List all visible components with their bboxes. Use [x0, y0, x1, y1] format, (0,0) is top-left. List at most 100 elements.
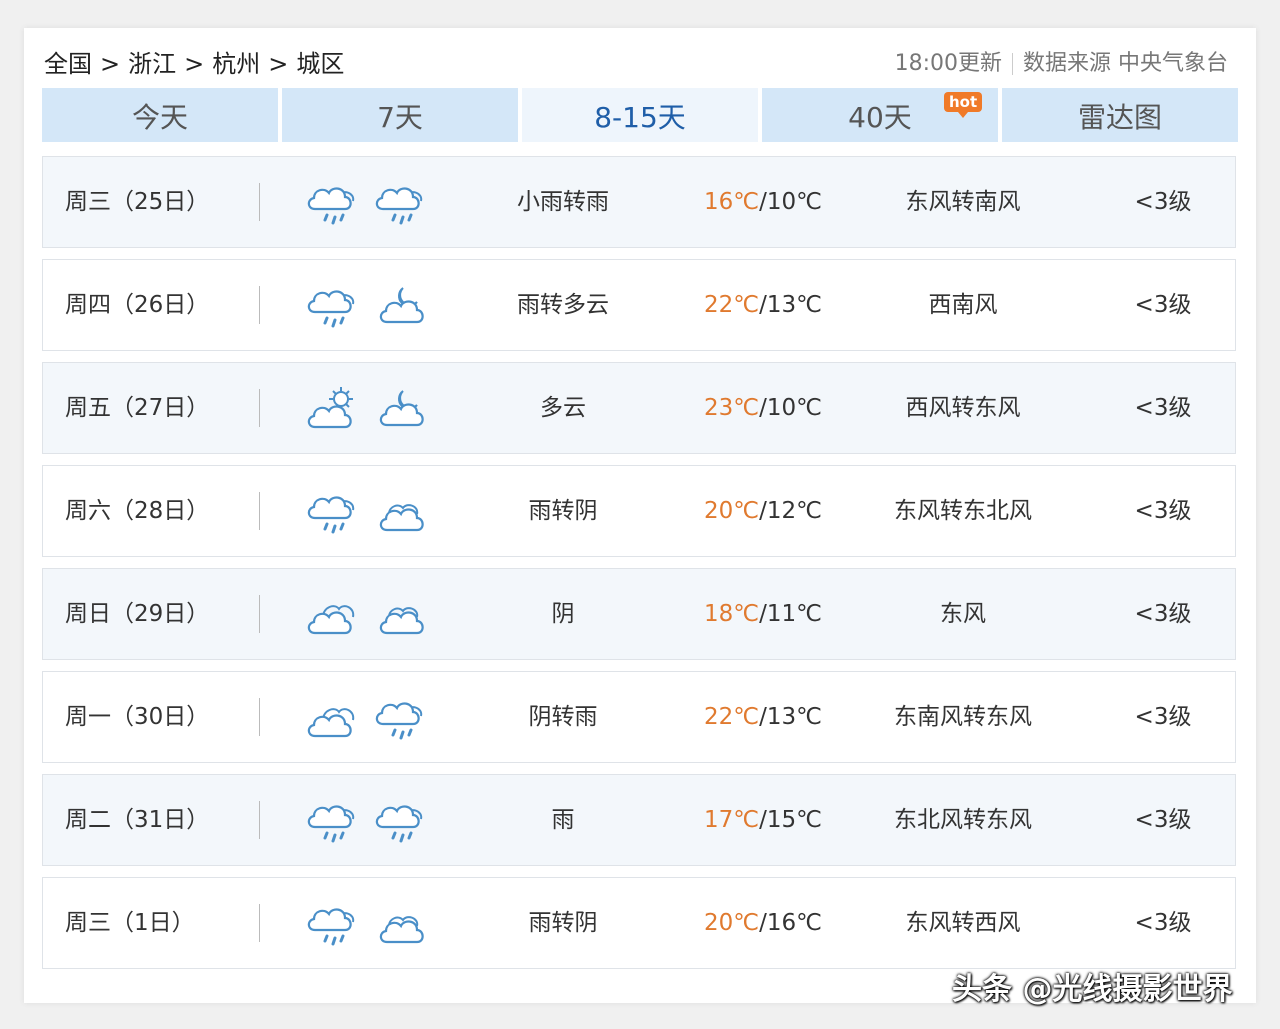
- low-temp: 13℃: [766, 292, 822, 318]
- temp-separator: /: [759, 910, 767, 936]
- high-temp: 16℃: [704, 189, 760, 215]
- temperature-range: 17℃/15℃: [703, 775, 823, 865]
- weather-description: 阴: [551, 601, 575, 627]
- forecast-date: 周四（26日）: [65, 292, 210, 318]
- breadcrumb-separator: >: [100, 50, 121, 78]
- high-temp: 22℃: [704, 704, 760, 730]
- temperature-range: 20℃/16℃: [703, 878, 823, 968]
- temp-separator: /: [759, 704, 767, 730]
- tab-7-days[interactable]: 7天: [282, 88, 518, 142]
- tab-label: 7天: [377, 101, 423, 134]
- tab-label: 今天: [131, 101, 188, 134]
- weather-icons: [305, 385, 427, 437]
- wind-direction: 东南风转东风: [894, 704, 1032, 730]
- low-temp: 15℃: [766, 807, 822, 833]
- rain-cloud-icon: [305, 488, 359, 540]
- forecast-date: 周二（31日）: [65, 807, 210, 833]
- breadcrumb-item-country[interactable]: 全国: [44, 48, 92, 80]
- forecast-date: 周六（28日）: [65, 498, 210, 524]
- breadcrumb-item-province[interactable]: 浙江: [128, 48, 176, 80]
- wind-direction: 东风: [940, 601, 986, 627]
- column-divider: [259, 492, 260, 530]
- weather-description: 阴转雨: [528, 704, 598, 730]
- tab-radar[interactable]: 雷达图: [1002, 88, 1238, 142]
- rain-cloud-icon: [373, 179, 427, 231]
- cloud-sun-icon: [305, 385, 359, 437]
- high-temp: 20℃: [704, 498, 760, 524]
- forecast-row: 周四（26日） 雨转多云 22℃/13℃ 西南风 <3级: [42, 259, 1236, 351]
- temperature-range: 22℃/13℃: [703, 260, 823, 350]
- forecast-date: 周日（29日）: [65, 601, 210, 627]
- forecast-date: 周三（1日）: [65, 910, 195, 936]
- low-temp: 16℃: [766, 910, 822, 936]
- rain-cloud-icon: [305, 797, 359, 849]
- forecast-date: 周一（30日）: [65, 704, 210, 730]
- weather-icons: [305, 488, 427, 540]
- high-temp: 20℃: [704, 910, 760, 936]
- wind-direction: 西风转东风: [905, 395, 1021, 421]
- column-divider: [259, 286, 260, 324]
- overcast-moon-icon: [373, 900, 427, 952]
- high-temp: 23℃: [704, 395, 760, 421]
- temperature-range: 22℃/13℃: [703, 672, 823, 762]
- low-temp: 10℃: [766, 189, 822, 215]
- temperature-range: 23℃/10℃: [703, 363, 823, 453]
- overcast-moon-icon: [373, 488, 427, 540]
- breadcrumb-item-city[interactable]: 杭州: [212, 48, 260, 80]
- wind-level: <3级: [1134, 292, 1192, 318]
- weather-page: 全国 > 浙江 > 杭州 > 城区 18:00更新 数据来源 中央气象台 今天 …: [24, 28, 1256, 1003]
- column-divider: [259, 904, 260, 942]
- breadcrumb-item-district: 城区: [296, 50, 345, 78]
- cloud-moon-icon: [373, 385, 427, 437]
- weather-icons: [305, 694, 427, 746]
- weather-description: 雨转阴: [528, 910, 598, 936]
- wind-level: <3级: [1134, 601, 1192, 627]
- temperature-range: 20℃/12℃: [703, 466, 823, 556]
- rain-cloud-icon: [305, 179, 359, 231]
- rain-cloud-icon: [373, 694, 427, 746]
- source-info: 18:00更新 数据来源 中央气象台: [895, 48, 1228, 80]
- cloud-moon-icon: [373, 282, 427, 334]
- weather-description: 多云: [540, 395, 586, 421]
- breadcrumb-separator: >: [268, 50, 289, 78]
- low-temp: 12℃: [766, 498, 822, 524]
- wind-level: <3级: [1134, 910, 1192, 936]
- wind-direction: 东风转西风: [905, 910, 1021, 936]
- temp-separator: /: [759, 292, 767, 318]
- data-source: 数据来源 中央气象台: [1023, 51, 1228, 76]
- temperature-range: 16℃/10℃: [703, 157, 823, 247]
- temp-separator: /: [759, 807, 767, 833]
- column-divider: [259, 595, 260, 633]
- rain-cloud-icon: [373, 797, 427, 849]
- wind-level: <3级: [1134, 704, 1192, 730]
- breadcrumb: 全国 > 浙江 > 杭州 > 城区: [44, 48, 344, 80]
- weather-icons: [305, 900, 427, 952]
- tab-40-days[interactable]: 40天 hot: [762, 88, 998, 142]
- low-temp: 13℃: [766, 704, 822, 730]
- tab-label: 雷达图: [1077, 101, 1162, 134]
- tab-8-15-days[interactable]: 8-15天: [522, 88, 758, 142]
- forecast-list: 周三（25日） 小雨转雨 16℃/10℃ 东风转南风 <3级 周四（26日） 雨…: [42, 156, 1236, 980]
- forecast-row: 周二（31日） 雨 17℃/15℃ 东北风转东风 <3级: [42, 774, 1236, 866]
- weather-description: 雨转阴: [528, 498, 598, 524]
- tab-label: 40天: [848, 101, 912, 134]
- column-divider: [259, 698, 260, 736]
- temp-separator: /: [759, 498, 767, 524]
- high-temp: 22℃: [704, 292, 760, 318]
- wind-level: <3级: [1134, 395, 1192, 421]
- overcast-moon-icon: [373, 591, 427, 643]
- column-divider: [259, 389, 260, 427]
- weather-description: 雨: [551, 807, 575, 833]
- hot-badge: hot: [944, 92, 983, 118]
- column-divider: [259, 183, 260, 221]
- overcast-icon: [305, 694, 359, 746]
- wind-direction: 东北风转东风: [894, 807, 1032, 833]
- high-temp: 18℃: [704, 601, 760, 627]
- tab-today[interactable]: 今天: [42, 88, 278, 142]
- top-bar: 全国 > 浙江 > 杭州 > 城区 18:00更新 数据来源 中央气象台: [44, 48, 1234, 80]
- watermark: 头条 @光线摄影世界: [952, 972, 1233, 1007]
- weather-icons: [305, 282, 427, 334]
- tab-label: 8-15天: [594, 101, 686, 134]
- low-temp: 10℃: [766, 395, 822, 421]
- wind-level: <3级: [1134, 189, 1192, 215]
